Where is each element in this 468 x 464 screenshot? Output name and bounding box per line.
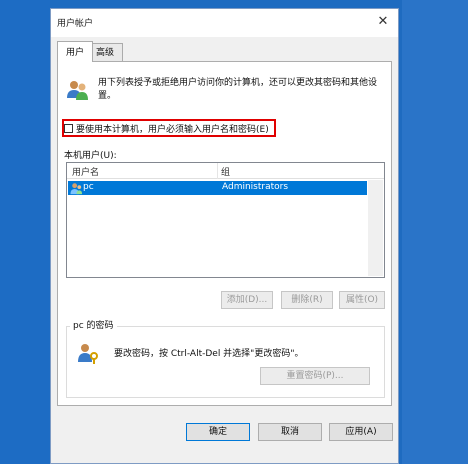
users-icon xyxy=(67,81,88,100)
user-icon xyxy=(70,183,83,195)
password-group xyxy=(66,326,385,398)
user-name: pc xyxy=(83,182,94,192)
require-login-checkbox[interactable] xyxy=(64,124,73,133)
add-user-button[interactable]: 添加(D)... xyxy=(221,291,273,309)
close-icon[interactable]: ✕ xyxy=(374,13,392,31)
user-group: Administrators xyxy=(222,182,289,192)
window-title: 用户帐户 xyxy=(57,19,94,29)
desktop-left xyxy=(0,0,50,464)
ok-button[interactable]: 确定 xyxy=(186,423,250,441)
properties-button[interactable]: 属性(O) xyxy=(339,291,385,309)
local-users-label: 本机用户(U): xyxy=(64,151,117,161)
user-accounts-dialog: 用户帐户 ✕ 用户 高级 用下列表授予或拒绝用户访问你的计算机，还可以更改其密码… xyxy=(50,8,399,464)
password-group-title: pc 的密码 xyxy=(70,318,117,331)
apply-button[interactable]: 应用(A) xyxy=(329,423,393,441)
cancel-button[interactable]: 取消 xyxy=(258,423,322,441)
tab-users[interactable]: 用户 xyxy=(57,41,94,62)
title-bar: 用户帐户 ✕ xyxy=(51,9,398,37)
remove-user-button[interactable]: 删除(R) xyxy=(281,291,333,309)
password-hint: 要改密码，按 Ctrl-Alt-Del 并选择"更改密码"。 xyxy=(114,349,304,359)
reset-password-button[interactable]: 重置密码(P)... xyxy=(260,367,370,385)
column-group[interactable]: 组 xyxy=(221,165,230,178)
table-row[interactable]: pc Administrators xyxy=(68,181,367,195)
user-key-icon xyxy=(78,344,98,364)
list-header: 用户名 组 xyxy=(67,163,384,179)
require-login-label[interactable]: 要使用本计算机，用户必须输入用户名和密码(E) xyxy=(76,122,269,135)
desktop-right xyxy=(402,0,468,464)
column-username[interactable]: 用户名 xyxy=(72,165,99,178)
users-list[interactable]: 用户名 组 pc Administrators xyxy=(66,162,385,278)
tab-panel: 用下列表授予或拒绝用户访问你的计算机，还可以更改其密码和其他设置。 要使用本计算… xyxy=(57,61,392,406)
list-scrollbar[interactable] xyxy=(368,180,383,276)
intro-text: 用下列表授予或拒绝用户访问你的计算机，还可以更改其密码和其他设置。 xyxy=(98,78,378,101)
column-divider xyxy=(217,163,218,179)
